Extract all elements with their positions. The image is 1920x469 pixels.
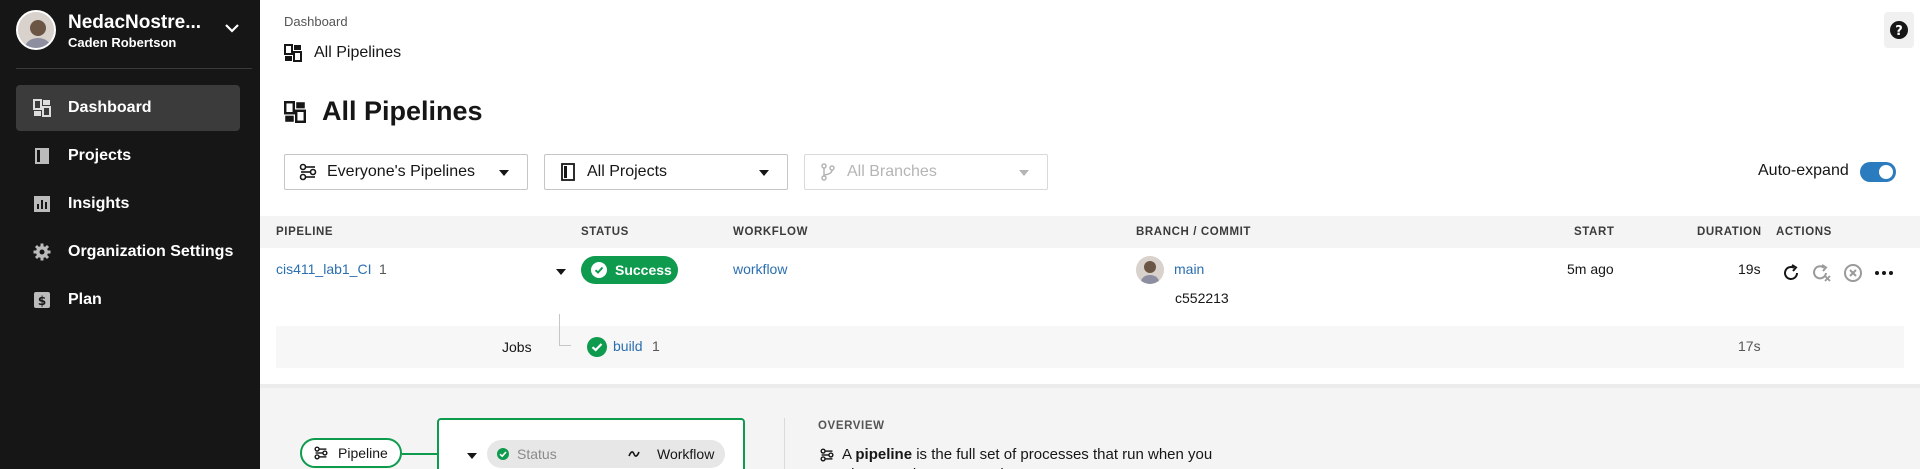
user-avatar — [16, 10, 56, 50]
workflow-diagram-box: Status Workflow — [437, 418, 745, 469]
pipeline-link[interactable]: cis411_lab1_CI — [276, 261, 371, 277]
diagram-workflow-label: Workflow — [657, 446, 715, 462]
sidebar-divider — [16, 68, 252, 69]
vertical-divider — [784, 418, 785, 469]
sub-breadcrumb: All Pipelines — [284, 44, 401, 62]
status-label: Success — [615, 262, 672, 278]
sidebar-item-label: Plan — [68, 291, 102, 308]
cancel-icon[interactable] — [1842, 262, 1864, 284]
book-icon — [35, 148, 49, 164]
check-circle-icon — [587, 337, 607, 357]
pipeline-pill-label: Pipeline — [338, 445, 388, 461]
projects-filter-value: All Projects — [587, 163, 668, 180]
sidebar-item-organization-settings[interactable]: Organization Settings — [16, 229, 240, 275]
sidebar-item-projects[interactable]: Projects — [16, 133, 240, 179]
svg-text:$: $ — [38, 294, 46, 308]
pipelines-filter-value: Everyone's Pipelines — [327, 163, 476, 180]
rerun-icon[interactable] — [1780, 262, 1802, 284]
tree-connector — [559, 314, 571, 346]
branches-filter-value: All Branches — [847, 163, 937, 180]
column-header-start: START — [1574, 226, 1615, 238]
pipeline-icon — [314, 446, 328, 460]
pipelines-filter-select[interactable]: Everyone's Pipelines — [284, 154, 528, 190]
check-circle-icon — [591, 262, 607, 278]
sidebar-item-plan[interactable]: $ Plan — [16, 277, 240, 323]
sub-breadcrumb-label: All Pipelines — [314, 44, 402, 61]
diagram-status-bar: Status Workflow — [487, 440, 725, 468]
status-badge[interactable]: Success — [581, 256, 678, 284]
projects-filter-select[interactable]: All Projects — [544, 154, 788, 190]
org-switcher[interactable]: NedacNostre... Caden Robertson — [16, 10, 246, 62]
column-header-workflow: WORKFLOW — [733, 226, 809, 238]
rerun-failed-icon[interactable] — [1811, 262, 1833, 284]
table-header: PIPELINE STATUS WORKFLOW BRANCH / COMMIT… — [260, 216, 1920, 248]
check-circle-icon — [497, 448, 509, 460]
svg-text:?: ? — [1895, 24, 1903, 39]
gear-icon — [33, 243, 51, 261]
overview-panel: Pipeline Status Workflow OVERVIEW A pipe… — [260, 384, 1920, 469]
jobs-label: Jobs — [502, 339, 532, 355]
chevron-down-icon[interactable] — [224, 20, 240, 36]
pipeline-pill: Pipeline — [300, 438, 402, 468]
help-button[interactable]: ? — [1884, 12, 1914, 48]
dollar-icon: $ — [34, 292, 50, 308]
auto-expand-toggle[interactable] — [1860, 162, 1896, 182]
sidebar-nav: Dashboard Projects Insights Organization… — [16, 85, 240, 325]
job-duration: 17s — [1738, 338, 1761, 354]
book-icon — [561, 163, 575, 181]
column-header-branch-commit: BRANCH / COMMIT — [1136, 226, 1252, 238]
caret-down-icon — [1019, 170, 1029, 176]
branch-link[interactable]: main — [1174, 261, 1204, 277]
job-number: 1 — [652, 338, 660, 354]
dashboard-icon — [284, 100, 306, 123]
breadcrumb[interactable]: Dashboard — [284, 14, 348, 29]
caret-down-icon — [759, 170, 769, 176]
dashboard-icon — [284, 44, 302, 62]
user-name: Caden Robertson — [68, 35, 177, 50]
pipeline-number: 1 — [379, 261, 387, 277]
sidebar-item-dashboard[interactable]: Dashboard — [16, 85, 240, 131]
sidebar: NedacNostre... Caden Robertson Dashboard… — [0, 0, 260, 469]
overview-description: A pipeline is the full set of processes … — [842, 446, 1213, 469]
toggle-knob — [1879, 165, 1893, 179]
connector-line — [402, 453, 438, 455]
duration: 19s — [1738, 261, 1761, 277]
job-link[interactable]: build — [613, 338, 643, 354]
start-time: 5m ago — [1567, 261, 1614, 277]
workflow-icon — [628, 451, 640, 457]
branch-icon — [821, 163, 835, 181]
caret-down-icon — [467, 453, 477, 459]
page-title: All Pipelines — [284, 96, 483, 127]
sidebar-item-insights[interactable]: Insights — [16, 181, 240, 227]
sidebar-item-label: Dashboard — [68, 99, 152, 116]
column-header-actions: ACTIONS — [1776, 226, 1832, 238]
dashboard-icon — [33, 99, 51, 117]
committer-avatar — [1136, 256, 1164, 284]
table-row: cis411_lab1_CI 1 Success workflow main c… — [260, 248, 1920, 324]
overview-title: OVERVIEW — [818, 420, 885, 432]
chart-icon — [34, 196, 50, 212]
workflow-link[interactable]: workflow — [733, 261, 787, 277]
sidebar-item-label: Projects — [68, 147, 132, 164]
branches-filter-select[interactable]: All Branches — [804, 154, 1048, 190]
column-header-status: STATUS — [581, 226, 629, 238]
help-icon: ? — [1890, 21, 1908, 39]
auto-expand-label: Auto-expand — [1758, 162, 1849, 179]
sidebar-item-label: Organization Settings — [68, 243, 234, 260]
pipeline-icon — [299, 163, 317, 181]
column-header-pipeline: PIPELINE — [276, 226, 334, 238]
org-name: NedacNostre... — [68, 12, 202, 33]
pipeline-icon — [820, 448, 834, 462]
page-title-text: All Pipelines — [322, 96, 483, 126]
jobs-row: Jobs build 1 17s — [276, 314, 1904, 368]
diagram-status-label: Status — [517, 446, 557, 462]
commit-hash[interactable]: c552213 — [1175, 290, 1229, 306]
more-options-icon[interactable] — [1873, 262, 1895, 284]
sidebar-item-label: Insights — [68, 195, 130, 212]
caret-down-icon — [499, 170, 509, 176]
column-header-duration: DURATION — [1697, 226, 1762, 238]
expand-caret-icon[interactable] — [556, 269, 566, 275]
